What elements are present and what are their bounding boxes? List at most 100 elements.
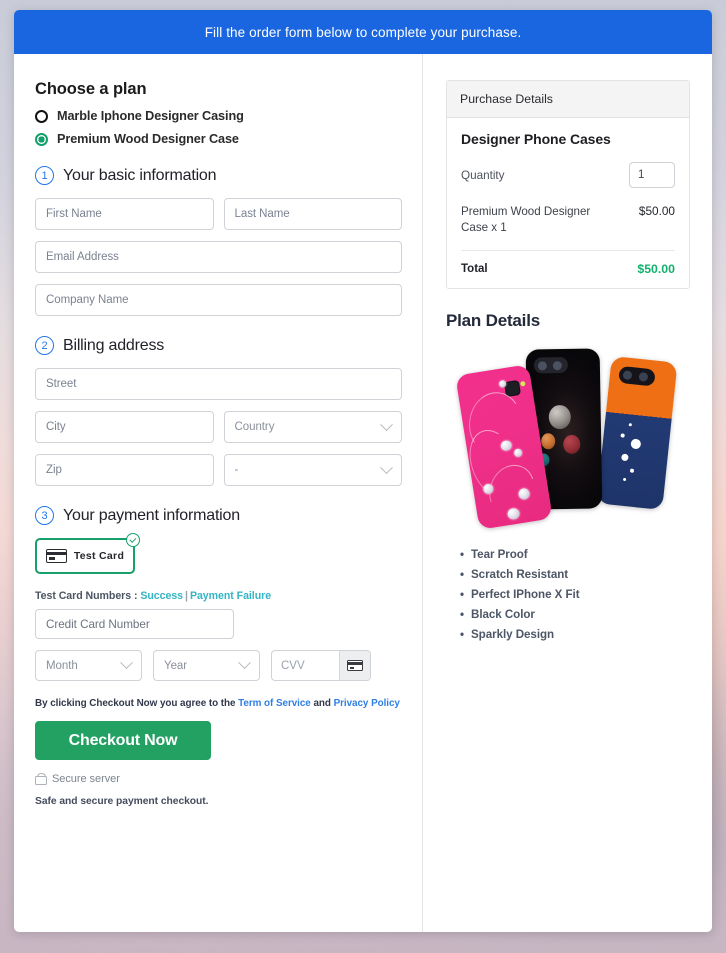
phone-case-orange-navy — [595, 355, 678, 510]
plan-option-premium-wood[interactable]: Premium Wood Designer Case — [35, 132, 402, 146]
line-item-name: Premium Wood Designer Case x 1 — [461, 205, 591, 235]
balloon-decoration — [562, 434, 580, 454]
list-item: Sparkly Design — [460, 625, 690, 645]
total-value: $50.00 — [637, 261, 675, 276]
credit-card-number-input[interactable]: Credit Card Number — [35, 609, 234, 639]
test-card-failure-link[interactable]: Payment Failure — [190, 590, 271, 602]
step-basic-information: 1 Your basic information — [35, 166, 402, 185]
city-country-row: City Country — [35, 411, 402, 443]
credit-card-icon — [45, 549, 67, 563]
camera-module-icon — [617, 365, 656, 387]
company-field-row: Company Name — [35, 284, 402, 316]
planet-dots-decoration — [598, 423, 664, 492]
first-name-input[interactable]: First Name — [35, 198, 214, 230]
country-select[interactable]: Country — [223, 411, 402, 443]
list-item: Perfect IPhone X Fit — [460, 585, 690, 605]
line-item-price: $50.00 — [638, 204, 675, 218]
order-form-column: Choose a plan Marble Iphone Designer Cas… — [14, 54, 423, 932]
balloon-decoration — [548, 404, 571, 430]
purchase-details-header: Purchase Details — [447, 81, 689, 118]
camera-module-icon — [533, 356, 568, 374]
expiry-month-select[interactable]: Month — [35, 650, 142, 681]
test-card-prefix-label: Test Card Numbers : — [35, 590, 138, 602]
test-card-success-link[interactable]: Success — [140, 590, 183, 602]
expiry-year-value: Year — [164, 659, 188, 672]
purchase-details-body: Designer Phone Cases Quantity 1 Premium … — [447, 118, 689, 288]
step-billing-address: 2 Billing address — [35, 336, 402, 355]
list-item: Tear Proof — [460, 545, 690, 565]
checkout-columns: Choose a plan Marble Iphone Designer Cas… — [14, 54, 712, 932]
state-select[interactable]: - — [223, 454, 402, 486]
last-name-input[interactable]: Last Name — [223, 198, 402, 230]
chevron-down-icon — [380, 417, 393, 431]
list-item: Scratch Resistant — [460, 565, 690, 585]
line-item-row: Premium Wood Designer Case x 1 $50.00 — [461, 204, 675, 251]
cvv-input[interactable]: CVV — [272, 651, 339, 680]
gem-decoration — [506, 507, 520, 521]
purchase-details-panel: Purchase Details Designer Phone Cases Qu… — [446, 80, 690, 289]
chevron-down-icon — [238, 656, 251, 670]
plan-option-label: Marble Iphone Designer Casing — [57, 109, 244, 123]
cvv-field-group[interactable]: CVV — [271, 650, 371, 681]
check-circle-icon — [126, 533, 140, 547]
step-title: Your basic information — [63, 166, 217, 184]
cvv-help-button[interactable] — [339, 651, 370, 680]
step-number-badge: 3 — [35, 506, 54, 525]
city-input[interactable]: City — [35, 411, 214, 443]
camera-flash-icon — [519, 380, 526, 387]
secure-server-row: Secure server — [35, 773, 402, 785]
checkout-card: Fill the order form below to complete yo… — [14, 10, 712, 932]
step-number-badge: 1 — [35, 166, 54, 185]
lock-icon — [35, 773, 47, 785]
email-input[interactable]: Email Address — [35, 241, 402, 273]
email-field-row: Email Address — [35, 241, 402, 273]
plan-option-label: Premium Wood Designer Case — [57, 132, 239, 146]
terms-agreement-text: By clicking Checkout Now you agree to th… — [35, 698, 402, 709]
test-card-method-tile[interactable]: Test Card — [35, 533, 140, 574]
street-input[interactable]: Street — [35, 368, 402, 400]
choose-plan-heading: Choose a plan — [35, 80, 147, 98]
expiry-month-value: Month — [46, 659, 78, 672]
zip-state-row: Zip - — [35, 454, 402, 486]
state-select-value: - — [234, 464, 239, 476]
test-card-label: Test Card — [73, 550, 125, 562]
country-select-value: Country — [234, 421, 275, 433]
quantity-row: Quantity 1 — [461, 162, 675, 188]
name-field-row: First Name Last Name — [35, 198, 402, 230]
chevron-down-icon — [380, 460, 393, 474]
quantity-label: Quantity — [461, 168, 505, 182]
link-separator: | — [185, 590, 188, 602]
street-field-row: Street — [35, 368, 402, 400]
terms-prefix-label: By clicking Checkout Now you agree to th… — [35, 698, 236, 709]
step-payment-information: 3 Your payment information — [35, 506, 402, 525]
terms-and-label: and — [313, 698, 331, 709]
radio-checked-icon[interactable] — [35, 132, 48, 146]
balloon-decoration — [540, 433, 555, 450]
credit-card-icon — [347, 660, 363, 671]
expiry-cvv-row: Month Year CVV — [35, 650, 402, 681]
instruction-banner: Fill the order form below to complete yo… — [14, 10, 712, 54]
plan-feature-list: Tear Proof Scratch Resistant Perfect IPh… — [446, 545, 690, 645]
company-input[interactable]: Company Name — [35, 284, 402, 316]
total-row: Total $50.00 — [461, 251, 675, 276]
step-number-badge: 2 — [35, 336, 54, 355]
summary-column: Purchase Details Designer Phone Cases Qu… — [423, 54, 712, 932]
test-card-numbers-line: Test Card Numbers : Success | Payment Fail… — [35, 590, 402, 602]
list-item: Black Color — [460, 605, 690, 625]
phone-cases-product-image — [454, 347, 678, 530]
plan-details-heading: Plan Details — [446, 310, 540, 330]
quantity-input[interactable]: 1 — [629, 162, 675, 188]
expiry-year-select[interactable]: Year — [153, 650, 260, 681]
plan-option-marble[interactable]: Marble Iphone Designer Casing — [35, 109, 402, 123]
radio-unchecked-icon[interactable] — [35, 109, 48, 123]
checkout-now-button[interactable]: Checkout Now — [35, 721, 211, 760]
total-label: Total — [461, 262, 488, 275]
terms-of-service-link[interactable]: Term of Service — [238, 698, 311, 709]
step-title: Billing address — [63, 336, 165, 354]
zip-input[interactable]: Zip — [35, 454, 214, 486]
banner-message: Fill the order form below to complete yo… — [204, 24, 522, 40]
chevron-down-icon — [120, 656, 133, 670]
product-title: Designer Phone Cases — [461, 131, 611, 147]
privacy-policy-link[interactable]: Privacy Policy — [334, 698, 400, 709]
step-title: Your payment information — [63, 506, 240, 524]
